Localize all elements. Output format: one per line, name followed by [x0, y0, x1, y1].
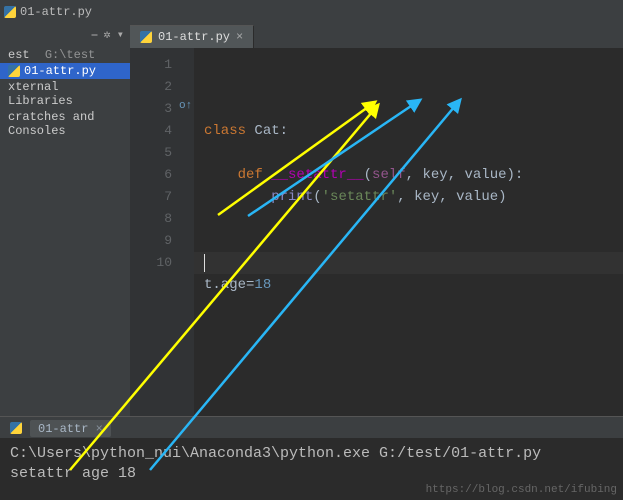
tree-file-selected[interactable]: 01-attr.py: [0, 63, 130, 79]
external-libraries[interactable]: xternal Libraries: [0, 79, 130, 109]
tab-label: 01-attr.py: [158, 30, 230, 44]
stdout-line: setattr age 18: [10, 465, 136, 482]
hide-icon[interactable]: ▾: [117, 27, 124, 42]
gear-icon[interactable]: ✲: [104, 27, 111, 42]
project-sidebar[interactable]: ⎯ ✲ ▾ est G:\test 01-attr.py xternal Lib…: [0, 24, 130, 416]
run-config-tab[interactable]: 01-attr ×: [30, 420, 111, 437]
python-file-icon: [10, 422, 22, 434]
code-area[interactable]: class Cat: def __setattr__(self, key, va…: [194, 48, 623, 416]
code-editor[interactable]: 12345678910 o↑ class Cat: def __setattr_…: [130, 48, 623, 416]
run-tool-tab-strip: 01-attr ×: [0, 416, 623, 439]
collapse-icon[interactable]: ⎯: [92, 28, 98, 42]
override-marker-icon[interactable]: o↑: [179, 100, 192, 112]
project-tree[interactable]: est G:\test 01-attr.py xternal Libraries…: [0, 45, 130, 141]
fold-column: o↑: [178, 48, 194, 416]
scratches-consoles[interactable]: cratches and Consoles: [0, 109, 130, 139]
python-file-icon: [140, 31, 152, 43]
line-number-gutter: 12345678910: [130, 48, 178, 416]
python-file-icon: [8, 65, 20, 77]
close-icon[interactable]: ×: [236, 30, 243, 44]
editor-tab-strip: 01-attr.py ×: [130, 24, 623, 49]
sidebar-toolbar: ⎯ ✲ ▾: [0, 24, 130, 45]
editor-tab[interactable]: 01-attr.py ×: [130, 25, 254, 48]
text-caret: [204, 254, 205, 272]
title-bar: 01-attr.py: [0, 0, 623, 25]
close-icon[interactable]: ×: [96, 422, 103, 436]
current-line-highlight: [194, 252, 623, 274]
project-root[interactable]: est G:\test: [0, 47, 130, 63]
command-line: C:\Users\python_nui\Anaconda3\python.exe…: [10, 445, 541, 462]
python-file-icon: [4, 6, 16, 18]
window-title: 01-attr.py: [20, 5, 92, 19]
watermark: https://blog.csdn.net/ifubing: [426, 484, 617, 496]
